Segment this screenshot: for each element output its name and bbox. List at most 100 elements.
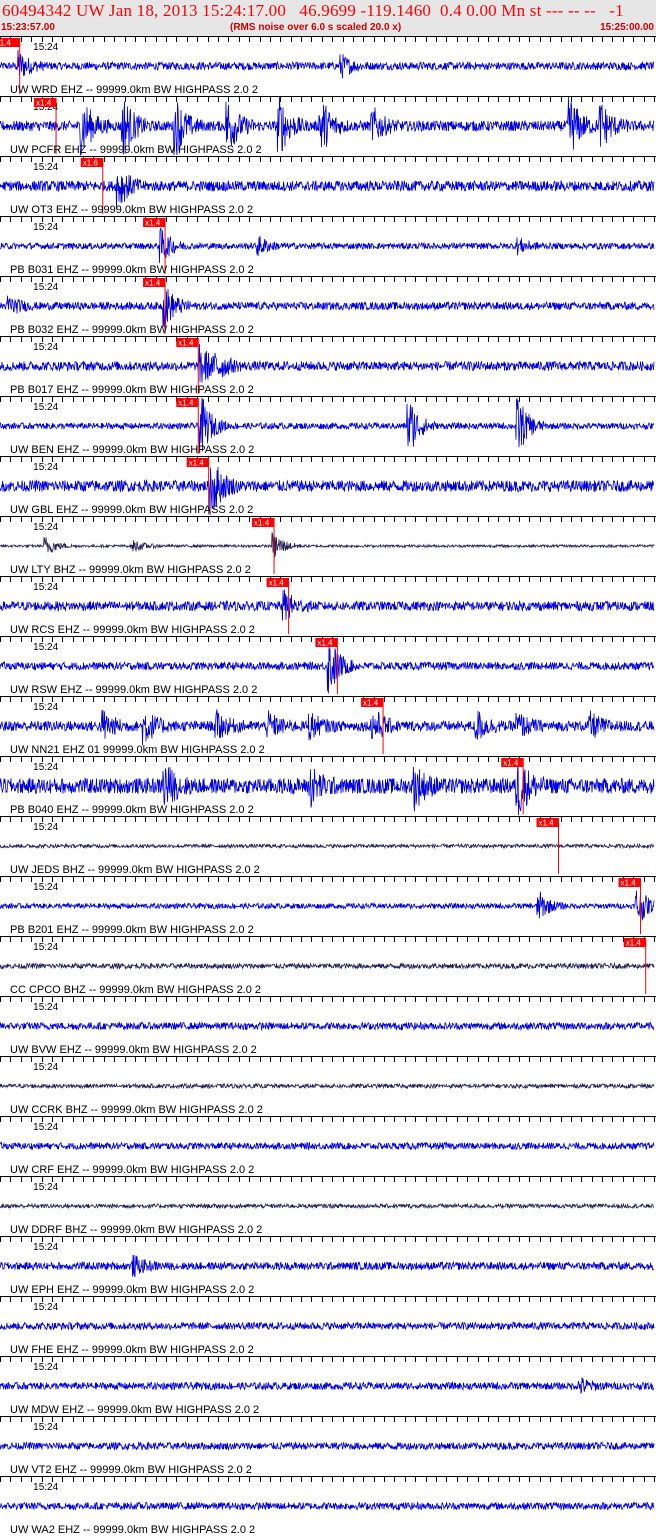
waveform-line — [0, 1202, 655, 1210]
pick-label: x1.4 — [621, 879, 637, 888]
time-label: 15:24 — [33, 222, 58, 233]
time-label: 15:24 — [33, 822, 58, 833]
time-label: 15:24 — [33, 1182, 58, 1193]
trace-row: 15:24 UW VT2 EHZ -- 99999.0km BW HIGHPASS… — [0, 1416, 656, 1476]
event-title: 60494342 UW Jan 18, 2013 15:24:17.00 46.… — [2, 1, 624, 20]
waveform-line — [0, 1440, 655, 1452]
time-label: 15:24 — [33, 522, 58, 533]
trace-row: 15:24 x1.4 UW JEDS BHZ -- 99999.0km BW HIG… — [0, 816, 656, 876]
trace-label: UW RCS EHZ -- 99999.0km BW HIGHPASS 2.0 … — [10, 624, 255, 636]
pick-label: x1.4 — [626, 939, 642, 948]
trace-row: 15:24 UW CRF EHZ -- 99999.0km BW HIGHPASS… — [0, 1116, 656, 1176]
pick-label: x1.4 — [269, 579, 285, 588]
trace-label: UW WA2 EHZ -- 99999.0km BW HIGHPASS 2.0 … — [10, 1524, 255, 1536]
trace-row: 15:24 x1.4 UW LTY BHZ -- 99999.0km BW HIGH… — [0, 516, 656, 576]
time-label: 15:24 — [33, 942, 58, 953]
trace-row: 15:24 x1.4 CC CPCO BHZ -- 99999.0km BW HIG… — [0, 936, 656, 996]
trace-row: 15:24 x1.4 UW BEN EHZ -- 99999.0km BW HIGH… — [0, 396, 656, 456]
seismogram-page: { "header": { "title": "60494342 UW Jan … — [0, 0, 656, 1538]
time-label: 15:24 — [33, 1422, 58, 1433]
rms-note: (RMS noise over 6.0 s scaled 20.0 x) — [230, 22, 402, 33]
time-label: 15:24 — [33, 1482, 58, 1493]
trace-label: UW NN21 EHZ 01 99999.0km BW HIGHPASS 2.0… — [10, 744, 265, 756]
time-label: 15:24 — [33, 1242, 58, 1253]
pick-label: x1.4 — [189, 459, 205, 468]
trace-label: UW CCRK BHZ -- 99999.0km BW HIGHPASS 2.0… — [10, 1104, 263, 1116]
time-label: 15:24 — [33, 462, 58, 473]
pick-label: x1.4 — [538, 819, 554, 828]
waveform-line — [0, 532, 655, 558]
pick-label: x1.6 — [83, 159, 99, 168]
pick-label: x1.4 — [36, 99, 52, 108]
trace-row: 15:24 UW EPH EHZ -- 99999.0km BW HIGHPASS… — [0, 1236, 656, 1296]
seismogram-plot: 15:24 1.4 UW WRD EHZ -- 99999.0km BW HIGHP… — [0, 36, 656, 1538]
trace-row: 15:24 UW BVW EHZ -- 99999.0km BW HIGHPASS… — [0, 996, 656, 1056]
trace-label: UW OT3 EHZ -- 99999.0km BW HIGHPASS 2.0 … — [10, 204, 253, 216]
trace-label: PB B040 EHZ -- 99999.0km BW HIGHPASS 2.0… — [10, 804, 254, 816]
trace-label: UW EPH EHZ -- 99999.0km BW HIGHPASS 2.0 … — [10, 1284, 254, 1296]
end-time-label: 15:25:00.00 — [600, 22, 654, 33]
waveform-line — [0, 842, 655, 850]
pick-label: x1.4 — [363, 699, 379, 708]
time-label: 15:24 — [33, 1002, 58, 1013]
pick-label: 1.4 — [0, 39, 11, 48]
waveform-line — [0, 1320, 655, 1331]
trace-label: UW BVW EHZ -- 99999.0km BW HIGHPASS 2.0 … — [10, 1044, 257, 1056]
start-time-label: 15:23:57.00 — [1, 22, 55, 33]
trace-row: 15:24 x1.4 PB B032 EHZ -- 99999.0km BW HIG… — [0, 276, 656, 336]
trace-label: UW MDW EHZ -- 99999.0km BW HIGHPASS 2.0 … — [10, 1404, 259, 1416]
time-label: 15:24 — [33, 282, 58, 293]
pick-label: x1.4 — [145, 219, 161, 228]
waveform-line — [0, 343, 655, 383]
trace-row: 15:24 x1.4 UW RCS EHZ -- 99999.0km BW HIGH… — [0, 576, 656, 636]
trace-label: UW WRD EHZ -- 99999.0km BW HIGHPASS 2.0 … — [10, 84, 258, 96]
trace-label: UW DDRF BHZ -- 99999.0km BW HIGHPASS 2.0… — [10, 1224, 262, 1236]
time-label: 15:24 — [33, 762, 58, 773]
time-label: 15:24 — [33, 702, 58, 713]
time-label: 15:24 — [33, 582, 58, 593]
trace-row: 15:24 x1.6 UW OT3 EHZ -- 99999.0km BW HIGH… — [0, 156, 656, 216]
trace-row: 15:24 UW CCRK BHZ -- 99999.0km BW HIGHPAS… — [0, 1056, 656, 1116]
trace-row: 15:24 UW WA2 EHZ -- 99999.0km BW HIGHPASS… — [0, 1476, 656, 1536]
pick-label: x1.4 — [317, 639, 333, 648]
trace-row: 15:24x1.4UW PCFR EHZ -- 99999.0km BW HIG… — [0, 96, 656, 156]
waveform-line — [0, 961, 655, 971]
trace-row: 15:24 1.4 UW WRD EHZ -- 99999.0km BW HIGHP… — [0, 36, 656, 96]
trace-label: PB B031 EHZ -- 99999.0km BW HIGHPASS 2.0… — [10, 264, 254, 276]
trace-row: 15:24 x1.4 PB B031 EHZ -- 99999.0km BW HIG… — [0, 216, 656, 276]
pick-label: x1.4 — [178, 339, 194, 348]
waveform-line — [0, 288, 655, 328]
pick-label: x1.4 — [254, 519, 270, 528]
trace-row: 15:24 x1.4 UW GBL EHZ -- 99999.0km BW HIGH… — [0, 456, 656, 516]
waveform-line — [0, 1254, 655, 1278]
trace-label: UW VT2 EHZ -- 99999.0km BW HIGHPASS 2.0 … — [10, 1464, 252, 1476]
time-label: 15:24 — [33, 1302, 58, 1313]
time-label: 15:24 — [33, 882, 58, 893]
header-bar: 60494342 UW Jan 18, 2013 15:24:17.00 46.… — [0, 0, 656, 36]
trace-label: UW PCFR EHZ -- 99999.0km BW HIGHPASS 2.0… — [10, 144, 262, 156]
time-label: 15:24 — [33, 162, 58, 173]
waveform-line — [0, 1141, 655, 1151]
trace-row: 15:24 UW FHE EHZ -- 99999.0km BW HIGHPASS… — [0, 1296, 656, 1356]
trace-label: UW JEDS BHZ -- 99999.0km BW HIGHPASS 2.0… — [10, 864, 260, 876]
time-label: 15:24 — [33, 342, 58, 353]
seismogram-chart: 15:24 1.4 UW WRD EHZ -- 99999.0km BW HIGHP… — [0, 36, 656, 1536]
time-label: 15:24 — [33, 402, 58, 413]
trace-label: PB B201 EHZ -- 99999.0km BW HIGHPASS 2.0… — [10, 924, 254, 936]
time-label: 15:24 — [33, 642, 58, 653]
trace-row: 15:24 UW MDW EHZ -- 99999.0km BW HIGHPASS… — [0, 1356, 656, 1416]
trace-row: 15:24 x1.4 PB B201 EHZ -- 99999.0km BW HIG… — [0, 876, 656, 936]
time-label: 15:24 — [33, 1062, 58, 1073]
waveform-line — [0, 1377, 655, 1394]
waveform-line — [0, 709, 655, 746]
trace-label: UW BEN EHZ -- 99999.0km BW HIGHPASS 2.0 … — [10, 444, 254, 456]
trace-label: CC CPCO BHZ -- 99999.0km BW HIGHPASS 2.0… — [10, 984, 261, 996]
trace-row: 15:24 x1.4 UW RSW EHZ -- 99999.0km BW HIGH… — [0, 636, 656, 696]
trace-row: 15:24 UW DDRF BHZ -- 99999.0km BW HIGHPAS… — [0, 1176, 656, 1236]
pick-label: x1.4 — [178, 399, 194, 408]
waveform-line — [0, 890, 655, 921]
waveform-line — [0, 49, 655, 79]
trace-label: UW LTY BHZ -- 99999.0km BW HIGHPASS 2.0 … — [10, 564, 251, 576]
trace-label: PB B017 EHZ -- 99999.0km BW HIGHPASS 2.0… — [10, 384, 254, 396]
trace-label: UW RSW EHZ -- 99999.0km BW HIGHPASS 2.0 … — [10, 684, 257, 696]
